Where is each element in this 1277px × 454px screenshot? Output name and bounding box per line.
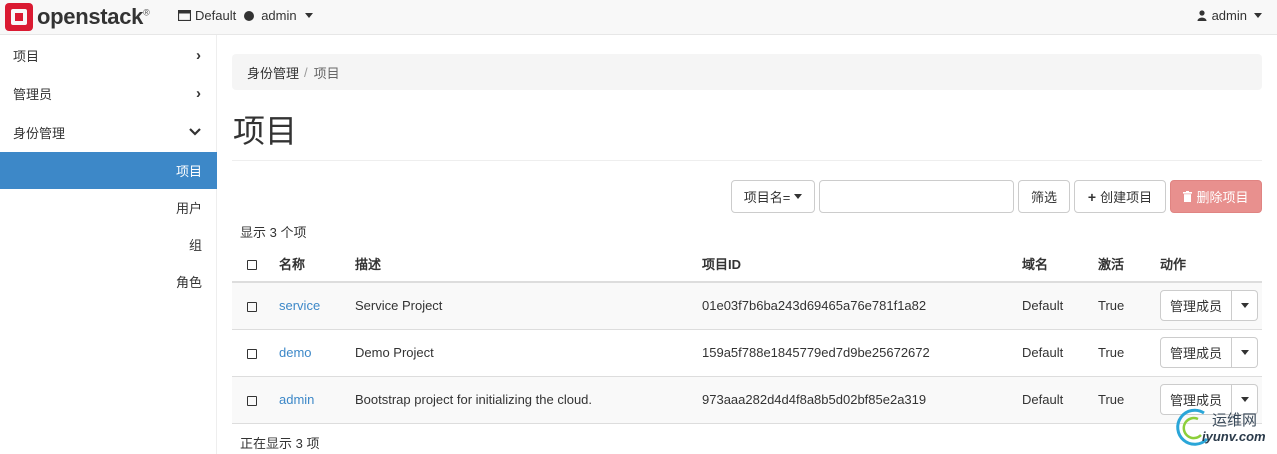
sidebar-subitem-label: 角色	[175, 275, 202, 290]
column-header-id[interactable]: 项目ID	[702, 246, 1022, 283]
sidebar: 项目 › 管理员 › 身份管理 项目 用户 组 角色	[0, 35, 217, 454]
table-header-row: 名称 描述 项目ID 域名 激活 动作	[232, 246, 1262, 283]
items-count: 显示 3 个项	[240, 225, 307, 240]
chevron-right-icon: ›	[196, 85, 201, 102]
manage-members-button[interactable]: 管理成员	[1160, 290, 1233, 322]
breadcrumb-current: 项目	[313, 65, 340, 81]
filter-button[interactable]: 筛选	[1018, 180, 1070, 213]
openstack-logo-icon	[5, 3, 33, 31]
project-name-link[interactable]: service	[279, 298, 320, 313]
row-checkbox[interactable]	[247, 348, 257, 359]
page-title: 项目	[233, 113, 298, 149]
domain-icon	[178, 10, 191, 21]
caret-down-icon	[1240, 303, 1249, 309]
project-icon	[244, 10, 255, 21]
project-domain: Default	[1022, 376, 1098, 424]
divider	[232, 160, 1262, 161]
project-id: 159a5f788e1845779ed7d9be25672672	[702, 329, 1022, 377]
sidebar-subitem-label: 项目	[175, 164, 202, 179]
project-enabled: True	[1098, 329, 1160, 377]
table-row: demo Demo Project 159a5f788e1845779ed7d9…	[232, 329, 1262, 377]
sidebar-item-label: 管理员	[13, 86, 53, 102]
project-description: Service Project	[355, 282, 702, 330]
project-enabled: True	[1098, 282, 1160, 330]
project-name-link[interactable]: demo	[279, 345, 312, 360]
column-header-enabled[interactable]: 激活	[1098, 246, 1160, 283]
column-header-domain[interactable]: 域名	[1022, 246, 1098, 283]
caret-down-icon	[1254, 13, 1262, 18]
project-id: 973aaa282d4d4f8a8b5d02bf85e2a319	[702, 376, 1022, 424]
trash-icon	[1183, 191, 1193, 202]
table-row: service Service Project 01e03f7b6ba243d6…	[232, 282, 1262, 330]
delete-project-button[interactable]: 删除项目	[1170, 180, 1262, 213]
row-actions-dropdown[interactable]	[1232, 290, 1259, 322]
row-checkbox[interactable]	[247, 395, 257, 406]
sidebar-item-label: 项目	[13, 48, 40, 64]
caret-down-icon	[1240, 397, 1249, 402]
plus-icon: +	[1087, 188, 1097, 205]
sidebar-subitem-projects[interactable]: 项目	[0, 152, 217, 189]
project-name-link[interactable]: admin	[279, 392, 314, 407]
filter-field-dropdown[interactable]: 项目名=	[731, 180, 815, 213]
user-icon	[1197, 10, 1207, 21]
sidebar-item-project[interactable]: 项目 ›	[0, 36, 217, 74]
chevron-down-icon	[189, 128, 201, 136]
sidebar-subitem-groups[interactable]: 组	[0, 226, 217, 263]
projects-table: 名称 描述 项目ID 域名 激活 动作 service Service Proj…	[232, 246, 1262, 424]
create-project-label: 创建项目	[1100, 190, 1153, 205]
sidebar-item-identity[interactable]: 身份管理	[0, 113, 217, 151]
top-navbar: openstack® Default admin admin	[0, 0, 1277, 35]
filter-search-input[interactable]	[819, 180, 1014, 213]
watermark-cn: 运维网	[1212, 412, 1258, 429]
caret-down-icon	[1240, 350, 1249, 355]
watermark-en: iyunv.com	[1202, 429, 1266, 444]
project-description: Demo Project	[355, 329, 702, 377]
column-header-actions: 动作	[1160, 246, 1262, 283]
select-all-checkbox[interactable]	[247, 259, 257, 270]
breadcrumb: 身份管理 / 项目	[232, 54, 1262, 90]
row-actions: 管理成员	[1160, 337, 1259, 368]
project-context-dropdown[interactable]: Default admin	[178, 8, 313, 23]
breadcrumb-parent[interactable]: 身份管理	[247, 63, 299, 82]
sidebar-subitem-label: 用户	[175, 201, 202, 216]
breadcrumb-separator: /	[304, 64, 308, 80]
manage-members-button[interactable]: 管理成员	[1160, 337, 1233, 368]
row-actions-dropdown[interactable]	[1232, 337, 1259, 368]
create-project-button[interactable]: + 创建项目	[1074, 180, 1166, 213]
chevron-right-icon: ›	[196, 47, 201, 64]
column-header-description[interactable]: 描述	[355, 246, 702, 283]
caret-down-icon	[794, 194, 803, 199]
table-row: admin Bootstrap project for initializing…	[232, 376, 1262, 424]
sidebar-item-label: 身份管理	[13, 125, 66, 141]
project-id: 01e03f7b6ba243d69465a76e781f1a82	[702, 282, 1022, 330]
project-domain: Default	[1022, 329, 1098, 377]
column-header-name[interactable]: 名称	[279, 246, 355, 283]
project-enabled: True	[1098, 376, 1160, 424]
context-project: admin	[261, 8, 297, 23]
context-domain: Default	[195, 8, 237, 23]
footer-items-count: 正在显示 3 项	[240, 436, 320, 451]
filter-field-label: 项目名=	[743, 190, 791, 205]
sidebar-subitem-roles[interactable]: 角色	[0, 263, 217, 300]
brand-name: openstack®	[37, 4, 150, 29]
delete-project-label: 删除项目	[1196, 190, 1249, 205]
row-actions: 管理成员	[1160, 290, 1259, 322]
filter-button-label: 筛选	[1030, 190, 1057, 205]
sidebar-item-admin[interactable]: 管理员 ›	[0, 74, 217, 112]
sidebar-subitem-users[interactable]: 用户	[0, 189, 217, 226]
caret-down-icon	[304, 13, 313, 18]
openstack-logo[interactable]: openstack®	[5, 2, 150, 32]
project-domain: Default	[1022, 282, 1098, 330]
user-menu[interactable]: admin	[1197, 8, 1262, 23]
project-description: Bootstrap project for initializing the c…	[355, 376, 702, 424]
row-checkbox[interactable]	[247, 301, 257, 312]
watermark: 运维网 iyunv.com	[1174, 407, 1274, 451]
sidebar-subitem-label: 组	[188, 238, 202, 253]
user-name: admin	[1211, 8, 1247, 23]
